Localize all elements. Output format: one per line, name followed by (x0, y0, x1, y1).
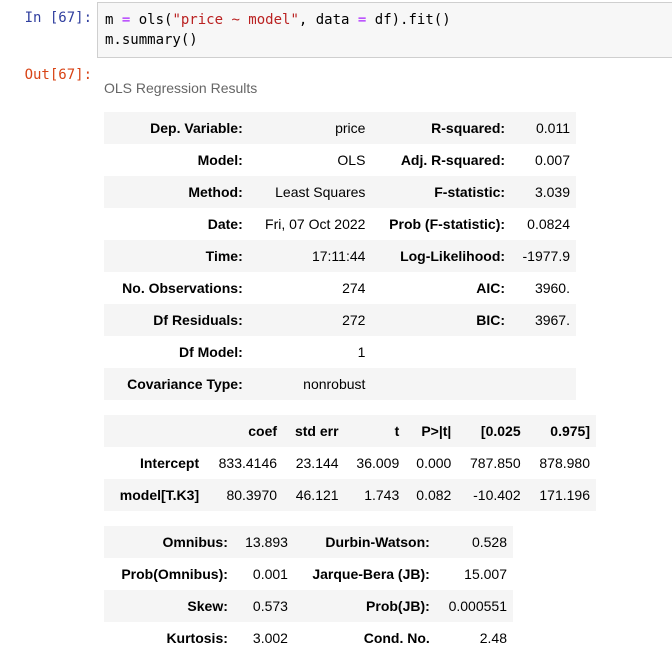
code-token: ols( (130, 12, 173, 28)
table-row: Prob(Omnibus): 0.001 Jarque-Bera (JB): 15.0… (104, 558, 513, 590)
summary-caption: OLS Regression Results (104, 80, 258, 96)
diagnostics-table: Omnibus: 13.893 Durbin-Watson: 0.528 Prob(O… (104, 526, 513, 654)
code-cell[interactable]: m = ols("price ~ model", data = df).fit(… (97, 2, 672, 58)
table-row: Skew: 0.573 Prob(JB): 0.000551 (104, 590, 513, 622)
code-line-1: m = ols("price ~ model", data = df).fit(… (105, 12, 451, 28)
table-row: No. Observations: 274 AIC: 3960. (104, 272, 576, 304)
input-prompt: In [67]: (24, 10, 92, 26)
table-row: Model: OLS Adj. R-squared: 0.007 (104, 144, 576, 176)
output-prompt: Out[67]: (24, 67, 92, 83)
table-row: Dep. Variable: price R-squared: 0.011 (104, 112, 576, 144)
table-row: Df Residuals: 272 BIC: 3967. (104, 304, 576, 336)
table-row: Covariance Type: nonrobust (104, 368, 576, 400)
table-row: Date: Fri, 07 Oct 2022 Prob (F-statistic):… (104, 208, 576, 240)
table-row: Intercept 833.4146 23.144 36.009 0.000 787.85… (104, 447, 596, 479)
table-row: Kurtosis: 3.002 Cond. No. 2.48 (104, 622, 513, 654)
code-token: df).fit() (366, 12, 451, 28)
table-row: Omnibus: 13.893 Durbin-Watson: 0.528 (104, 526, 513, 558)
coefficients-table: coef std err t P>|t| [0.025 0.975] Intercept 8… (104, 415, 596, 511)
code-token: m (105, 12, 122, 28)
table-header-row: coef std err t P>|t| [0.025 0.975] (104, 415, 596, 447)
table-row: model[T.K3] 80.3970 46.121 1.743 0.082 -10.40… (104, 479, 596, 511)
table-row: Time: 17:11:44 Log-Likelihood: -1977.9 (104, 240, 576, 272)
table-row: Method: Least Squares F-statistic: 3.039 (104, 176, 576, 208)
table-row: Df Model: 1 (104, 336, 576, 368)
code-token: "price ~ model" (172, 12, 299, 28)
code-token: , data (298, 12, 358, 28)
model-info-table: Dep. Variable: price R-squared: 0.011 Model… (104, 112, 576, 400)
code-line-2: m.summary() (105, 32, 198, 48)
